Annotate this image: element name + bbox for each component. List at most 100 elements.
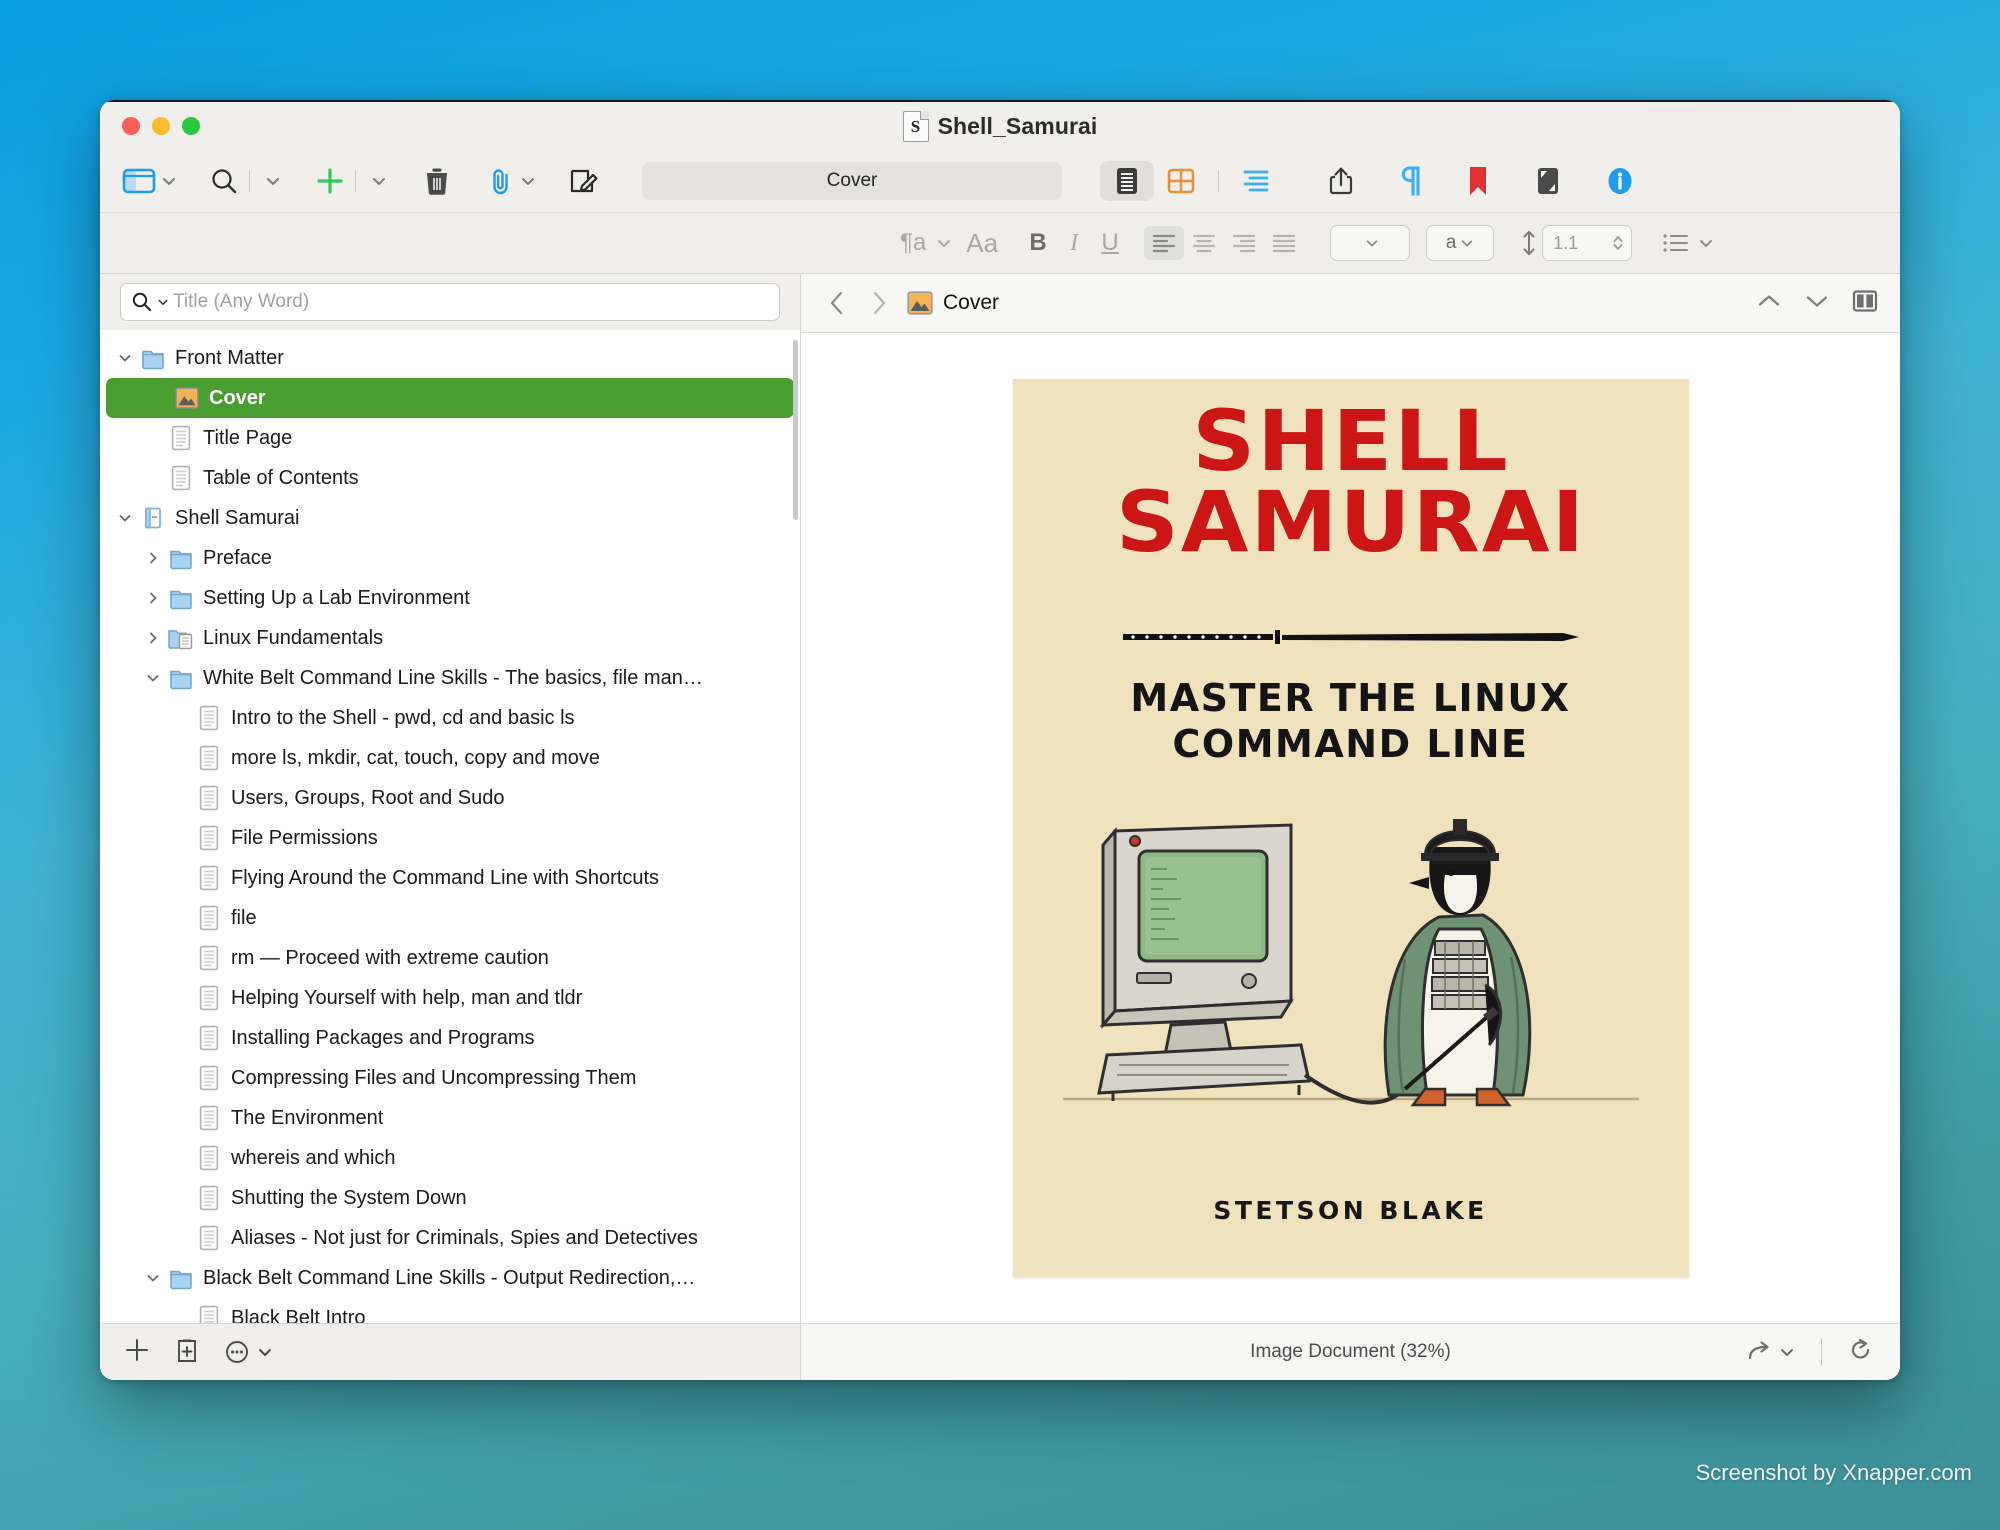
disclosure-closed-icon[interactable] [145,550,161,566]
binder-row[interactable]: Table of Contents [100,458,800,498]
text-doc-icon [194,1065,224,1091]
chevron-down-icon[interactable] [265,173,281,189]
list-button[interactable] [1662,223,1714,263]
paragraph-style-button[interactable]: ¶a [900,223,952,263]
disclosure-open-icon[interactable] [117,350,133,366]
disclosure-triangle[interactable] [140,550,166,566]
binder-row[interactable]: Linux Fundamentals [100,618,800,658]
document-title-field[interactable]: Cover [642,162,1062,200]
breadcrumb[interactable]: Cover [907,291,999,315]
binder-row[interactable]: whereis and which [100,1138,800,1178]
highlight-color-select[interactable]: a [1426,225,1494,261]
binder-row[interactable]: Shutting the System Down [100,1178,800,1218]
binder-row[interactable]: file [100,898,800,938]
binder-row[interactable]: more ls, mkdir, cat, touch, copy and mov… [100,738,800,778]
view-layout-button[interactable] [122,167,156,195]
split-editor-button[interactable] [1852,289,1878,318]
disclosure-open-icon[interactable] [117,510,133,526]
composition-mode-button[interactable] [1535,166,1561,196]
binder-row-selected[interactable]: Cover [106,378,794,418]
chevron-down-icon[interactable] [161,173,177,189]
binder-row[interactable]: rm — Proceed with extreme caution [100,938,800,978]
binder-row[interactable]: Preface [100,538,800,578]
book-cover-image[interactable]: SHELL SAMURAI [1013,379,1689,1277]
text-doc-icon [166,465,196,491]
underline-button[interactable]: U [1092,223,1128,263]
disclosure-open-icon[interactable] [145,670,161,686]
chevron-down-icon[interactable] [371,173,387,189]
chevron-down-icon[interactable] [257,1344,273,1360]
ellipsis-circle-icon [224,1339,250,1365]
add-button[interactable] [315,166,345,196]
editor-forward-button[interactable] [865,289,893,317]
add-item-button[interactable] [124,1337,150,1368]
disclosure-closed-icon[interactable] [145,630,161,646]
line-spacing-icon-button[interactable] [1516,223,1542,263]
align-justify-button[interactable] [1264,226,1304,260]
scrivenings-view-button[interactable] [1100,161,1154,201]
align-left-button[interactable] [1144,226,1184,260]
main-toolbar: Cover [100,150,1900,212]
align-right-button[interactable] [1224,226,1264,260]
stepper-icon[interactable] [1611,232,1625,254]
search-input[interactable]: Title (Any Word) [120,283,780,321]
outliner-view-button[interactable] [1229,161,1283,201]
binder-row[interactable]: Setting Up a Lab Environment [100,578,800,618]
bold-button[interactable]: B [1020,223,1056,263]
disclosure-open-icon[interactable] [145,1270,161,1286]
font-panel-button[interactable]: Aa [966,223,998,263]
corkboard-view-button[interactable] [1154,161,1208,201]
disclosure-triangle[interactable] [140,590,166,606]
binder-scrollbar[interactable] [793,340,798,520]
chevron-down-icon[interactable] [1698,235,1714,251]
disclosure-triangle[interactable] [140,630,166,646]
align-center-button[interactable] [1184,226,1224,260]
disclosure-closed-icon[interactable] [145,590,161,606]
style-select[interactable] [1330,225,1410,261]
trash-icon [423,166,451,196]
binder-row[interactable]: White Belt Command Line Skills - The bas… [100,658,800,698]
compose-button[interactable] [568,166,600,196]
add-folder-button[interactable] [174,1336,200,1369]
trash-button[interactable] [423,166,451,196]
binder-row[interactable]: Aliases - Not just for Criminals, Spies … [100,1218,800,1258]
binder-row[interactable]: Title Page [100,418,800,458]
binder-row[interactable]: File Permissions [100,818,800,858]
binder-row[interactable]: Black Belt Intro [100,1298,800,1323]
binder-row[interactable]: Black Belt Command Line Skills - Output … [100,1258,800,1298]
binder-options-button[interactable] [224,1339,273,1365]
editor-back-button[interactable] [823,289,851,317]
disclosure-triangle[interactable] [112,350,138,366]
chevron-down-icon[interactable] [157,296,169,308]
binder-tree[interactable]: Front MatterCoverTitle PageTable of Cont… [100,330,800,1323]
formatting-marks-button[interactable] [1399,165,1423,197]
binder-row[interactable]: Shell Samurai [100,498,800,538]
editor-canvas[interactable]: SHELL SAMURAI [801,333,1900,1323]
bookmarks-button[interactable] [1467,165,1489,197]
binder-row[interactable]: Users, Groups, Root and Sudo [100,778,800,818]
disclosure-triangle[interactable] [140,670,166,686]
next-document-button[interactable] [1804,292,1830,315]
inspector-button[interactable] [1605,166,1635,196]
share-button[interactable] [1327,165,1355,197]
reload-button[interactable] [1848,1337,1874,1368]
chevron-down-icon[interactable] [520,173,536,189]
attach-button[interactable] [487,166,515,196]
binder-row-label: File Permissions [231,827,378,850]
search-button[interactable] [209,166,239,196]
binder-row[interactable]: Intro to the Shell - pwd, cd and basic l… [100,698,800,738]
chevron-down-icon[interactable] [1779,1344,1795,1360]
line-spacing-stepper[interactable]: 1.1 [1542,225,1632,261]
binder-row[interactable]: Flying Around the Command Line with Shor… [100,858,800,898]
chevron-down-icon[interactable] [936,235,952,251]
disclosure-triangle[interactable] [112,510,138,526]
binder-row[interactable]: The Environment [100,1098,800,1138]
binder-row[interactable]: Compressing Files and Uncompressing Them [100,1058,800,1098]
binder-row[interactable]: Helping Yourself with help, man and tldr [100,978,800,1018]
binder-row[interactable]: Installing Packages and Programs [100,1018,800,1058]
previous-document-button[interactable] [1756,292,1782,315]
binder-row[interactable]: Front Matter [100,338,800,378]
italic-button[interactable]: I [1056,223,1092,263]
disclosure-triangle[interactable] [140,1270,166,1286]
go-forward-history-button[interactable] [1746,1341,1795,1363]
